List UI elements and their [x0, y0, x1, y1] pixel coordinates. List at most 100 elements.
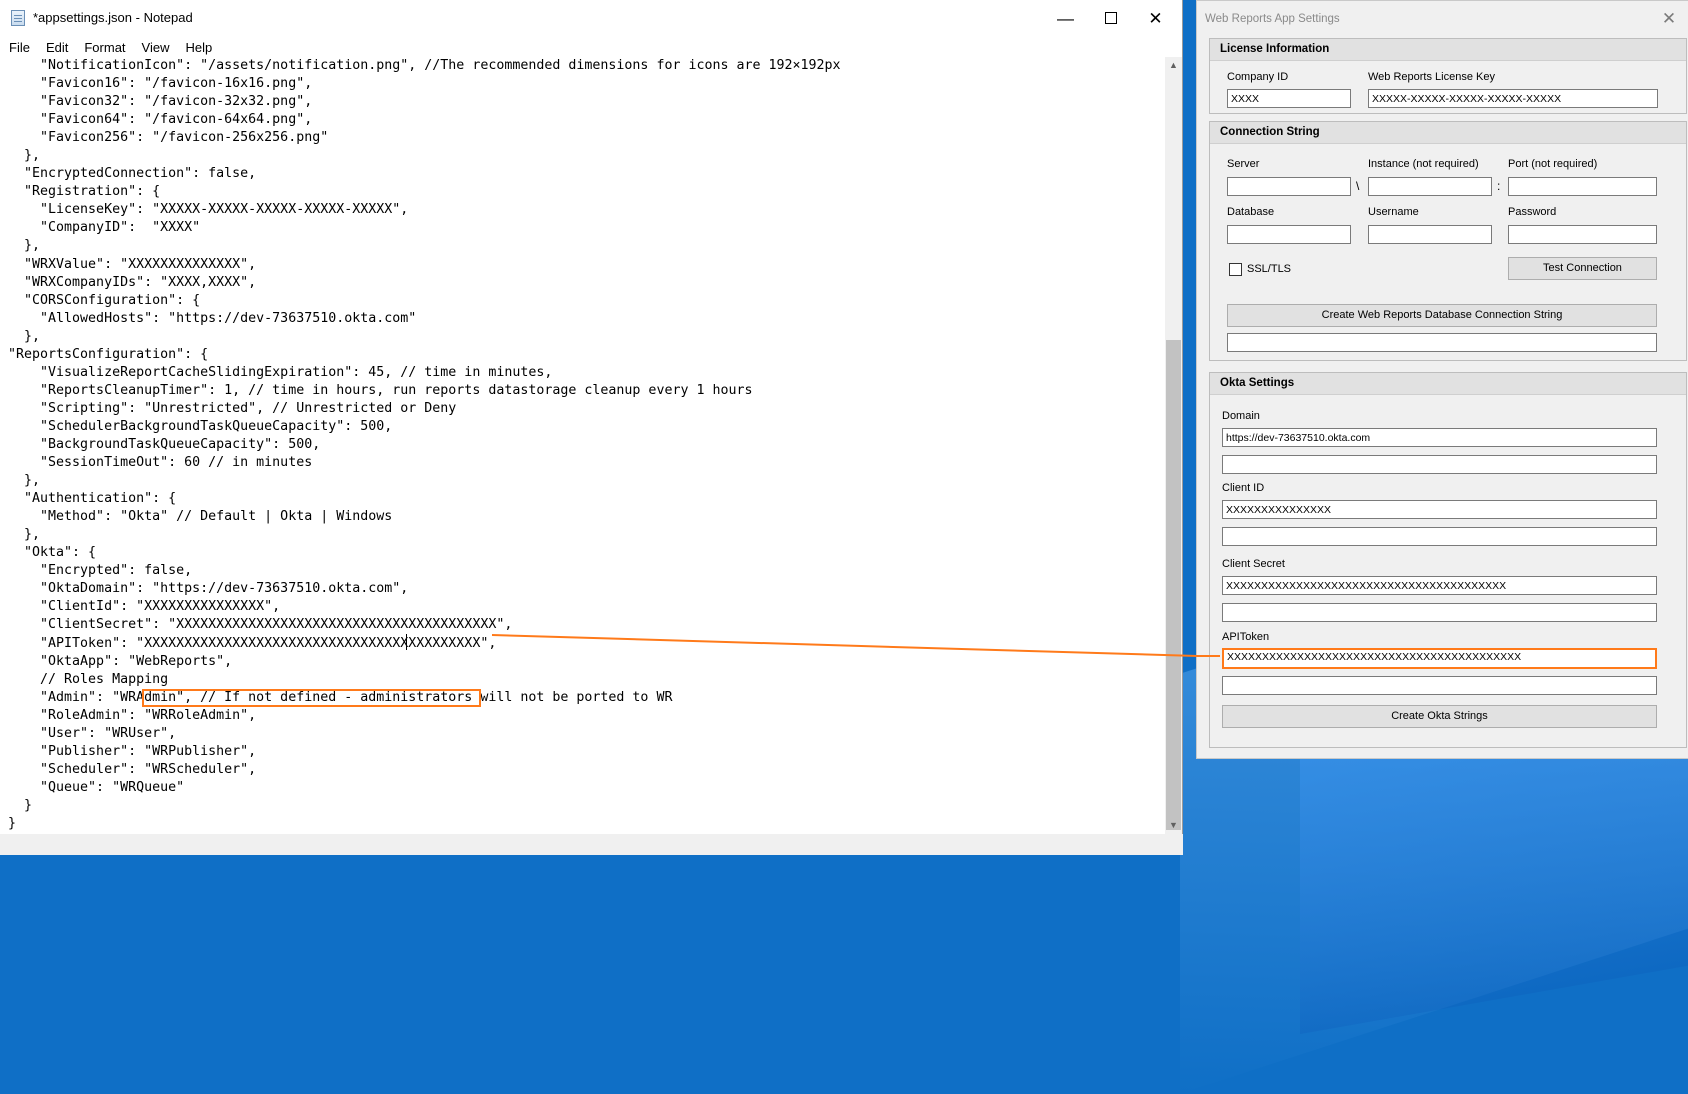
okta-group: Okta Settings Domain https://dev-7363751… — [1209, 372, 1687, 748]
client-id-output-field[interactable] — [1222, 527, 1657, 546]
dialog-close-icon[interactable]: ✕ — [1655, 7, 1683, 31]
text-line: "Favicon32": "/favicon-32x32.png", — [8, 94, 313, 110]
text-line: }, — [8, 473, 41, 489]
client-secret-output-field[interactable] — [1222, 603, 1657, 622]
text-line: "CompanyID": "XXXX" — [8, 220, 201, 236]
notepad-window: *appsettings.json - Notepad — ✕ File Edit… — [0, 0, 1183, 855]
menu-edit[interactable]: Edit — [38, 37, 76, 57]
notepad-text-content: "NotificationIcon": "/assets/notificatio… — [0, 57, 1165, 833]
text-line: "CORSConfiguration": { — [8, 292, 201, 308]
client-id-field[interactable]: XXXXXXXXXXXXXXX — [1222, 500, 1657, 519]
text-line: "ClientId": "XXXXXXXXXXXXXXX", — [8, 599, 281, 615]
text-line: "Encrypted": false, — [8, 563, 193, 579]
domain-output-field[interactable] — [1222, 455, 1657, 474]
company-id-label: Company ID — [1227, 71, 1289, 83]
notepad-text-area[interactable]: "NotificationIcon": "/assets/notificatio… — [0, 57, 1165, 834]
api-token-label: APIToken — [1222, 631, 1270, 643]
text-line: "SchedulerBackgroundTaskQueueCapacity": … — [8, 418, 393, 434]
username-field[interactable] — [1368, 225, 1492, 244]
maximize-button[interactable] — [1088, 0, 1133, 37]
menu-view[interactable]: View — [134, 37, 178, 57]
port-label: Port (not required) — [1508, 158, 1598, 170]
create-connection-string-button[interactable]: Create Web Reports Database Connection S… — [1227, 304, 1657, 327]
api-token-field[interactable]: XXXXXXXXXXXXXXXXXXXXXXXXXXXXXXXXXXXXXXXX… — [1222, 648, 1657, 669]
scroll-down-arrow-icon[interactable]: ▼ — [1165, 817, 1182, 834]
text-line: }, — [8, 527, 41, 543]
text-line: "AllowedHosts": "https://dev-73637510.ok… — [8, 310, 417, 326]
test-connection-button[interactable]: Test Connection — [1508, 257, 1657, 280]
scrollbar-thumb[interactable] — [1166, 340, 1181, 830]
text-line: } — [8, 815, 17, 831]
api-token-output-field[interactable] — [1222, 676, 1657, 695]
text-line: "ReportsConfiguration": { — [8, 346, 209, 362]
menu-file[interactable]: File — [0, 37, 38, 57]
password-label: Password — [1508, 206, 1557, 218]
text-line: }, — [8, 238, 41, 254]
domain-label: Domain — [1222, 410, 1260, 422]
create-okta-strings-button[interactable]: Create Okta Strings — [1222, 705, 1657, 728]
text-line: "LicenseKey": "XXXXX-XXXXX-XXXXX-XXXXX-X… — [8, 202, 409, 218]
ssl-label: SSL/TLS — [1247, 263, 1292, 275]
notepad-title: *appsettings.json - Notepad — [33, 10, 193, 25]
text-line: "OktaDomain": "https://dev-73637510.okta… — [8, 581, 409, 597]
text-line: "VisualizeReportCacheSlidingExpiration":… — [8, 364, 553, 380]
connection-string-output[interactable] — [1227, 333, 1657, 352]
text-line: } — [8, 797, 33, 813]
license-key-label: Web Reports License Key — [1368, 71, 1495, 83]
text-line: }, — [8, 328, 41, 344]
client-secret-field[interactable]: XXXXXXXXXXXXXXXXXXXXXXXXXXXXXXXXXXXXXXXX — [1222, 576, 1657, 595]
text-line: "SessionTimeOut": 60 // in minutes — [8, 455, 313, 471]
app-settings-dialog: Web Reports App Settings ✕ License Infor… — [1196, 0, 1688, 759]
database-label: Database — [1227, 206, 1275, 218]
text-line: "Registration": { — [8, 184, 161, 200]
text-line: "APIToken": "XXXXXXXXXXXXXXXXXXXXXXXXXXX… — [8, 635, 497, 651]
license-group-header: License Information — [1210, 39, 1686, 61]
instance-label: Instance (not required) — [1368, 158, 1479, 170]
client-secret-label: Client Secret — [1222, 558, 1285, 570]
okta-group-header: Okta Settings — [1210, 373, 1686, 395]
password-field[interactable] — [1508, 225, 1657, 244]
license-key-field[interactable]: XXXXX-XXXXX-XXXXX-XXXXX-XXXXX — [1368, 89, 1658, 108]
domain-field[interactable]: https://dev-73637510.okta.com — [1222, 428, 1657, 447]
text-line: "Favicon256": "/favicon-256x256.png" — [8, 130, 329, 146]
text-line: "BackgroundTaskQueueCapacity": 500, — [8, 436, 321, 452]
menu-format[interactable]: Format — [76, 37, 133, 57]
menu-help[interactable]: Help — [177, 37, 220, 57]
text-line: "Favicon16": "/favicon-16x16.png", — [8, 76, 313, 92]
text-line: "ClientSecret": "XXXXXXXXXXXXXXXXXXXXXXX… — [8, 617, 513, 633]
port-separator: : — [1497, 179, 1501, 193]
text-line: "Queue": "WRQueue" — [8, 779, 185, 795]
text-line: "WRXValue": "XXXXXXXXXXXXXX", — [8, 256, 257, 272]
text-line: "User": "WRUser", — [8, 725, 177, 741]
ssl-checkbox[interactable] — [1229, 263, 1242, 276]
text-line: "Publisher": "WRPublisher", — [8, 743, 257, 759]
company-id-field[interactable]: XXXX — [1227, 89, 1351, 108]
instance-separator: \ — [1356, 179, 1360, 193]
text-line: "Authentication": { — [8, 491, 177, 507]
text-line: "Scripting": "Unrestricted", // Unrestri… — [8, 400, 457, 416]
notepad-titlebar[interactable]: *appsettings.json - Notepad — ✕ — [0, 0, 1182, 37]
vertical-scrollbar[interactable]: ▲ ▼ — [1165, 57, 1182, 834]
minimize-button[interactable]: — — [1043, 0, 1088, 37]
notepad-menubar: File Edit Format View Help — [0, 37, 1182, 57]
notepad-bottom-edge — [0, 834, 1183, 855]
connection-group: Connection String Server \ Instance (not… — [1209, 121, 1687, 361]
server-field[interactable] — [1227, 177, 1351, 196]
text-line: "Scheduler": "WRScheduler", — [8, 761, 257, 777]
text-line: }, — [8, 148, 41, 164]
text-line: "Method": "Okta" // Default | Okta | Win… — [8, 509, 393, 525]
text-line: "EncryptedConnection": false, — [8, 166, 257, 182]
license-group: License Information Company ID XXXX Web … — [1209, 38, 1687, 114]
scroll-up-arrow-icon[interactable]: ▲ — [1165, 57, 1182, 74]
database-field[interactable] — [1227, 225, 1351, 244]
api-token-highlight — [142, 689, 481, 707]
connection-group-header: Connection String — [1210, 122, 1686, 144]
server-label: Server — [1227, 158, 1260, 170]
text-line: "OktaApp": "WebReports", — [8, 653, 233, 669]
port-field[interactable] — [1508, 177, 1657, 196]
text-line: "WRXCompanyIDs": "XXXX,XXXX", — [8, 274, 257, 290]
close-button[interactable]: ✕ — [1133, 0, 1178, 37]
text-line: "RoleAdmin": "WRRoleAdmin", — [8, 707, 257, 723]
text-caret — [406, 634, 407, 650]
instance-field[interactable] — [1368, 177, 1492, 196]
